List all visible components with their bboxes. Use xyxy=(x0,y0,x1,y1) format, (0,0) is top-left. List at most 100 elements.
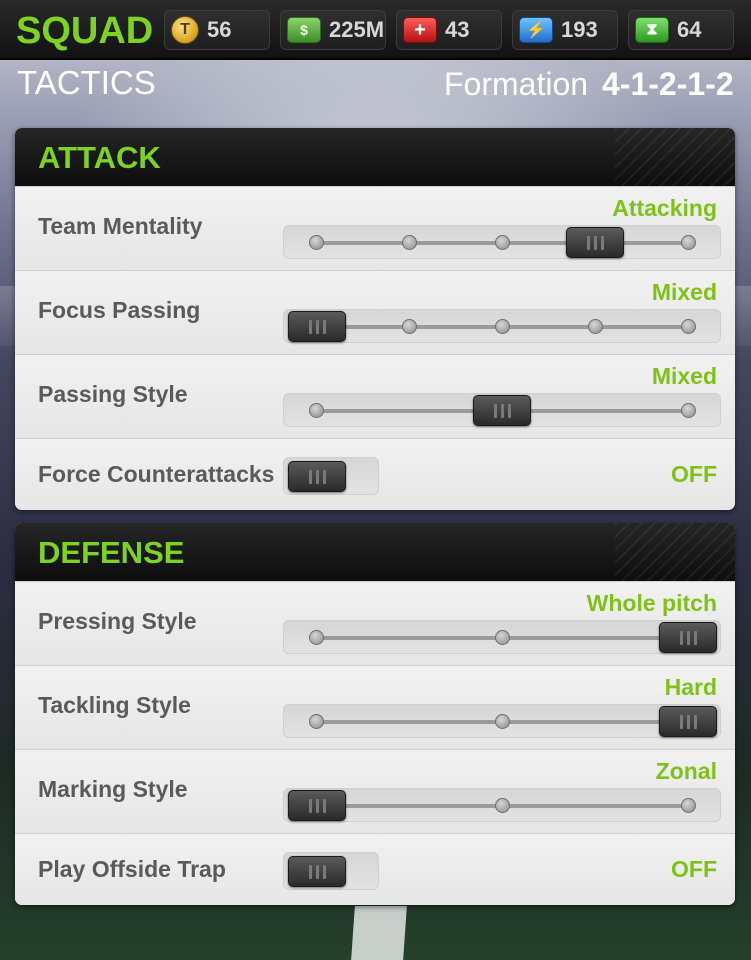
grip-icon xyxy=(686,630,690,645)
grip-icon xyxy=(315,319,319,334)
grip-icon xyxy=(315,798,319,813)
hourglass-value: 64 xyxy=(677,17,702,42)
grip-icon xyxy=(322,319,326,334)
medical-icon: + xyxy=(403,17,437,43)
slider-stop[interactable] xyxy=(309,714,324,729)
attack-title: ATTACK xyxy=(38,140,161,175)
hourglass-counter[interactable]: ⧗ 64 xyxy=(628,10,734,50)
force-counterattacks-row: Force Counterattacks OFF xyxy=(15,438,735,510)
force-counterattacks-value: OFF xyxy=(671,461,717,487)
top-bar: SQUAD T 56 $ 225M + 43 ⚡ 193 ⧗ 64 xyxy=(0,0,751,60)
grip-icon xyxy=(507,403,511,418)
defense-rows: Pressing Style Whole pitch Tackling Style H… xyxy=(15,581,735,905)
passing-style-slider[interactable] xyxy=(283,393,721,427)
slider-stop[interactable] xyxy=(681,319,696,334)
coins-value: 56 xyxy=(207,17,232,42)
slider-stop[interactable] xyxy=(495,630,510,645)
marking-style-value: Zonal xyxy=(655,758,717,784)
play-offside-trap-row: Play Offside Trap OFF xyxy=(15,833,735,905)
slider-handle[interactable] xyxy=(288,790,346,821)
formation-value[interactable]: 4-1-2-1-2 xyxy=(602,66,734,103)
tackling-style-label: Tackling Style xyxy=(38,692,191,718)
pressing-style-slider[interactable] xyxy=(283,620,721,654)
slider-stop[interactable] xyxy=(681,235,696,250)
play-offside-trap-label: Play Offside Trap xyxy=(38,856,226,882)
energy-counter[interactable]: ⚡ 193 xyxy=(512,10,618,50)
pitch-line xyxy=(351,906,407,960)
defense-title: DEFENSE xyxy=(38,535,185,570)
grip-icon xyxy=(493,403,497,418)
tackling-style-slider[interactable] xyxy=(283,704,721,738)
attack-panel: ATTACK Team Mentality Attacking Focus Pass… xyxy=(15,128,735,510)
cash-icon: $ xyxy=(287,17,321,43)
slider-handle[interactable] xyxy=(566,227,624,258)
grip-icon xyxy=(593,235,597,250)
defense-panel-header: DEFENSE xyxy=(15,523,735,581)
grip-icon xyxy=(322,798,326,813)
team-mentality-slider[interactable] xyxy=(283,225,721,259)
medical-counter[interactable]: + 43 xyxy=(396,10,502,50)
grip-icon xyxy=(693,714,697,729)
tackling-style-value: Hard xyxy=(664,674,717,700)
formation-label: Formation xyxy=(444,66,589,102)
force-counterattacks-label: Force Counterattacks xyxy=(38,461,275,487)
force-counterattacks-toggle[interactable] xyxy=(283,457,379,495)
grip-icon xyxy=(586,235,590,250)
team-mentality-value: Attacking xyxy=(612,195,717,221)
grip-icon xyxy=(679,714,683,729)
focus-passing-row: Focus Passing Mixed xyxy=(15,270,735,354)
focus-passing-slider[interactable] xyxy=(283,309,721,343)
play-offside-trap-toggle[interactable] xyxy=(283,852,379,890)
energy-icon: ⚡ xyxy=(519,17,553,43)
slider-stop[interactable] xyxy=(495,714,510,729)
passing-style-label: Passing Style xyxy=(38,381,188,407)
slider-stop[interactable] xyxy=(495,235,510,250)
slider-handle[interactable] xyxy=(473,395,531,426)
slider-stop[interactable] xyxy=(495,319,510,334)
cash-value: 225M xyxy=(329,17,385,42)
slider-handle[interactable] xyxy=(288,311,346,342)
grip-icon xyxy=(308,319,312,334)
slider-stop[interactable] xyxy=(681,798,696,813)
grip-icon xyxy=(308,798,312,813)
marking-style-row: Marking Style Zonal xyxy=(15,749,735,833)
coins-counter[interactable]: T 56 xyxy=(164,10,270,50)
slider-stop[interactable] xyxy=(495,798,510,813)
slider-handle[interactable] xyxy=(659,622,717,653)
focus-passing-value: Mixed xyxy=(651,279,717,305)
team-mentality-label: Team Mentality xyxy=(38,213,203,239)
slider-stop[interactable] xyxy=(588,319,603,334)
attack-rows: Team Mentality Attacking Focus Passing Mixe… xyxy=(15,186,735,510)
slider-handle[interactable] xyxy=(659,706,717,737)
slider-stop[interactable] xyxy=(402,235,417,250)
slider-stop[interactable] xyxy=(309,630,324,645)
grip-icon xyxy=(308,864,312,879)
grip-icon xyxy=(322,864,326,879)
slider-stop[interactable] xyxy=(309,235,324,250)
slider-stop[interactable] xyxy=(402,319,417,334)
slider-stop[interactable] xyxy=(681,403,696,418)
attack-panel-header: ATTACK xyxy=(15,128,735,186)
grip-icon xyxy=(679,630,683,645)
grip-icon xyxy=(500,403,504,418)
play-offside-trap-value: OFF xyxy=(671,856,717,882)
focus-passing-label: Focus Passing xyxy=(38,297,201,323)
defense-panel: DEFENSE Pressing Style Whole pitch Tacklin… xyxy=(15,523,735,905)
grip-icon xyxy=(315,469,319,484)
marking-style-label: Marking Style xyxy=(38,776,188,802)
hourglass-icon: ⧗ xyxy=(635,17,669,43)
grip-icon xyxy=(600,235,604,250)
grip-icon xyxy=(315,864,319,879)
coin-icon: T xyxy=(171,16,199,44)
medical-value: 43 xyxy=(445,17,470,42)
passing-style-row: Passing Style Mixed xyxy=(15,354,735,438)
toggle-handle[interactable] xyxy=(288,856,346,887)
screen-title: SQUAD xyxy=(16,10,154,52)
toggle-handle[interactable] xyxy=(288,461,346,492)
cash-counter[interactable]: $ 225M xyxy=(280,10,386,50)
grip-icon xyxy=(693,630,697,645)
marking-style-slider[interactable] xyxy=(283,788,721,822)
grip-icon xyxy=(308,469,312,484)
slider-stop[interactable] xyxy=(309,403,324,418)
section-title: TACTICS xyxy=(17,64,156,101)
